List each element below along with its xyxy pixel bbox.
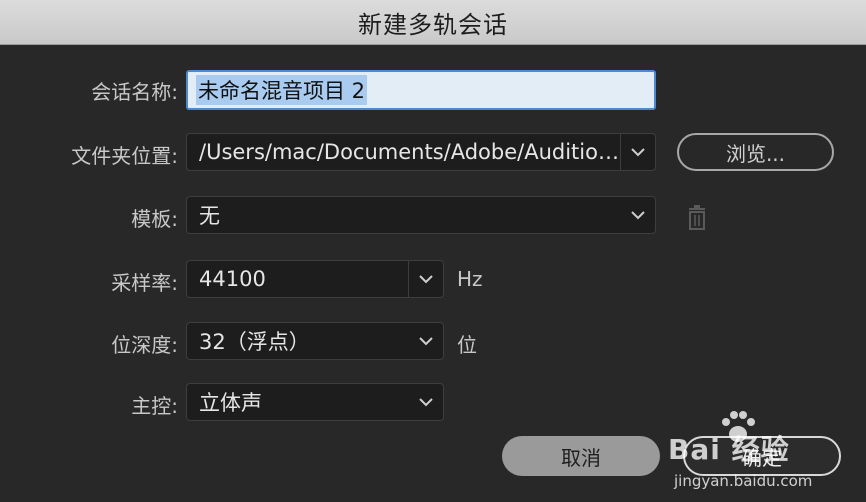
- sample-rate-value: 44100: [199, 267, 266, 291]
- folder-location-label: 文件夹位置:: [71, 144, 178, 168]
- template-label: 模板:: [131, 207, 178, 231]
- bit-depth-value: 32（浮点）: [199, 330, 310, 354]
- master-value: 立体声: [199, 391, 262, 415]
- browse-button[interactable]: 浏览...: [677, 133, 834, 171]
- sample-rate-select[interactable]: 44100: [186, 260, 444, 298]
- chevron-down-icon: [419, 398, 433, 407]
- session-name-input[interactable]: 未命名混音项目 2: [186, 70, 656, 110]
- folder-location-value: /Users/mac/Documents/Adobe/Audition...: [199, 140, 620, 164]
- chevron-down-icon: [631, 148, 645, 157]
- chevron-down-icon: [419, 275, 433, 284]
- session-name-label: 会话名称:: [91, 80, 178, 104]
- template-select[interactable]: 无: [186, 196, 656, 234]
- dialog-title: 新建多轨会话: [358, 10, 508, 39]
- master-label: 主控:: [131, 394, 178, 418]
- master-dropdown-button[interactable]: [409, 384, 443, 420]
- dialog-title-bar: 新建多轨会话: [0, 0, 866, 45]
- bit-depth-select[interactable]: 32（浮点）: [186, 322, 444, 360]
- trash-icon[interactable]: [686, 204, 708, 230]
- sample-rate-unit: Hz: [457, 267, 483, 291]
- ok-button[interactable]: 确定: [683, 436, 841, 476]
- sample-rate-label: 采样率:: [111, 271, 178, 295]
- bit-depth-label: 位深度:: [111, 333, 178, 357]
- template-dropdown-button[interactable]: [621, 197, 655, 233]
- sample-rate-dropdown-button[interactable]: [408, 261, 443, 297]
- bit-depth-dropdown-button[interactable]: [409, 323, 443, 359]
- template-value: 无: [199, 204, 220, 228]
- cancel-button[interactable]: 取消: [502, 436, 660, 476]
- folder-dropdown-button[interactable]: [620, 134, 655, 170]
- session-name-value: 未命名混音项目 2: [196, 75, 368, 105]
- folder-location-select[interactable]: /Users/mac/Documents/Adobe/Audition...: [186, 133, 656, 171]
- master-select[interactable]: 立体声: [186, 383, 444, 421]
- bit-depth-unit: 位: [457, 333, 477, 357]
- chevron-down-icon: [631, 211, 645, 220]
- chevron-down-icon: [419, 337, 433, 346]
